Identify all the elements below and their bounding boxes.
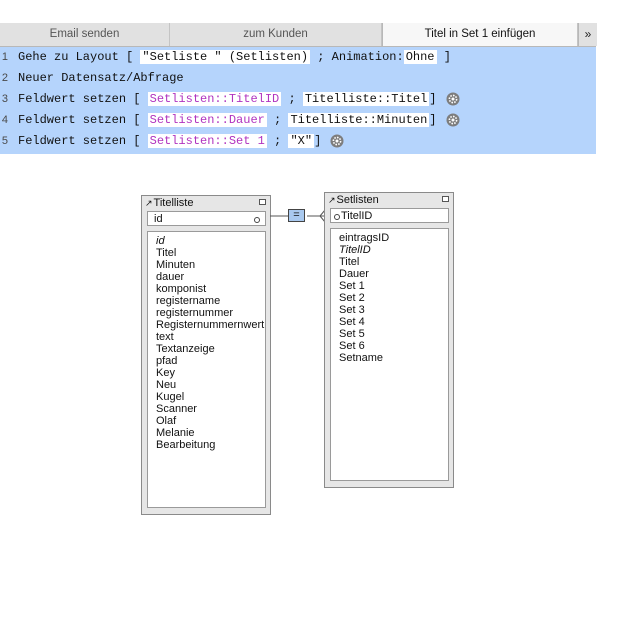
param-separator: ; [317, 50, 325, 64]
field-item[interactable]: Set 3 [331, 304, 448, 316]
param-separator: ; [274, 134, 282, 148]
field-item[interactable]: Textanzeige [148, 343, 265, 355]
param-separator: ; [288, 92, 296, 106]
gear-icon[interactable] [446, 92, 460, 106]
step-end: ] [314, 134, 322, 148]
step-name: Feldwert setzen [ [18, 134, 141, 148]
field-item[interactable]: Key [148, 367, 265, 379]
match-field[interactable]: TitelID [330, 208, 449, 223]
field-item[interactable]: komponist [148, 283, 265, 295]
target-field-param[interactable]: Setlisten::Dauer [147, 113, 267, 127]
field-item[interactable]: pfad [148, 355, 265, 367]
tab-titel-in-set-1[interactable]: Titel in Set 1 einfügen [382, 23, 578, 46]
field-item[interactable]: Set 2 [331, 292, 448, 304]
expand-arrow-icon[interactable]: ↗ [328, 195, 336, 205]
match-field-label: id [154, 213, 163, 225]
step-name: Neuer Datensatz/Abfrage [18, 71, 184, 85]
script-tab-bar: Email senden zum Kunden Titel in Set 1 e… [0, 23, 597, 47]
target-field-param[interactable]: Setlisten::TitelID [147, 92, 282, 106]
field-item[interactable]: Set 5 [331, 328, 448, 340]
tab-zum-kunden[interactable]: zum Kunden [170, 23, 382, 46]
script-step[interactable]: 5 Feldwert setzen [ Setlisten::Set 1 ; "… [0, 131, 596, 152]
gear-icon[interactable] [446, 113, 460, 127]
table-occurrence-titelliste[interactable]: ↗Titelliste id id Titel Minuten dauer kompon… [141, 195, 271, 515]
expand-arrow-icon[interactable]: ↗ [145, 198, 153, 208]
field-item[interactable]: Neu [148, 379, 265, 391]
tab-email-senden[interactable]: Email senden [0, 23, 170, 46]
line-number: 2 [1, 72, 8, 84]
script-step[interactable]: 3 Feldwert setzen [ Setlisten::TitelID ;… [0, 89, 596, 110]
step-name: Feldwert setzen [ [18, 113, 141, 127]
value-param[interactable]: Titelliste::Minuten [288, 113, 430, 127]
table-name: Setlisten [336, 194, 379, 206]
animation-param[interactable]: Ohne [403, 50, 437, 64]
field-item[interactable]: dauer [148, 271, 265, 283]
field-item[interactable]: Titel [331, 256, 448, 268]
key-dot-icon [334, 214, 340, 220]
match-field-label: TitelID [341, 210, 373, 222]
field-list[interactable]: eintragsID TitelID Titel Dauer Set 1 Set 2 Set… [330, 228, 449, 481]
script-editor[interactable]: 1 Gehe zu Layout [ "Setliste " (Setliste… [0, 47, 596, 154]
field-item[interactable]: Melanie [148, 427, 265, 439]
table-occurrence-setlisten[interactable]: ↗Setlisten TitelID eintragsID TitelID Tite… [324, 192, 454, 488]
line-number: 4 [1, 114, 8, 126]
field-item[interactable]: Titel [148, 247, 265, 259]
field-item[interactable]: TitelID [331, 244, 448, 256]
field-item[interactable]: Kugel [148, 391, 265, 403]
step-end: ] [429, 113, 437, 127]
line-number: 5 [1, 135, 8, 147]
gear-icon[interactable] [330, 134, 344, 148]
line-number: 3 [1, 93, 8, 105]
relationship-operator-icon[interactable]: = [288, 209, 305, 222]
table-header[interactable]: ↗Titelliste [142, 196, 270, 210]
step-end: ] [429, 92, 437, 106]
script-step[interactable]: 2 Neuer Datensatz/Abfrage [0, 68, 596, 89]
field-item[interactable]: Olaf [148, 415, 265, 427]
value-param[interactable]: Titelliste::Titel [302, 92, 430, 106]
value-param[interactable]: "X" [288, 134, 315, 148]
table-name: Titelliste [153, 197, 194, 209]
field-item[interactable]: registername [148, 295, 265, 307]
field-item[interactable]: Minuten [148, 259, 265, 271]
target-field-param[interactable]: Setlisten::Set 1 [147, 134, 267, 148]
field-item[interactable]: id [148, 235, 265, 247]
field-item[interactable]: Dauer [331, 268, 448, 280]
script-step[interactable]: 1 Gehe zu Layout [ "Setliste " (Setliste… [0, 47, 596, 68]
table-header[interactable]: ↗Setlisten [325, 193, 453, 207]
key-dot-icon [254, 217, 260, 223]
tab-overflow-icon[interactable]: » [578, 23, 597, 46]
line-number: 1 [1, 51, 8, 63]
collapse-icon[interactable] [259, 199, 266, 205]
collapse-icon[interactable] [442, 196, 449, 202]
param-separator: ; [274, 113, 282, 127]
step-name: Gehe zu Layout [ [18, 50, 134, 64]
layout-param[interactable]: "Setliste " (Setlisten) [140, 50, 311, 64]
field-item[interactable]: Registernummernwert [148, 319, 265, 331]
step-name: Feldwert setzen [ [18, 92, 141, 106]
field-item[interactable]: eintragsID [331, 232, 448, 244]
field-item[interactable]: Set 6 [331, 340, 448, 352]
script-step[interactable]: 4 Feldwert setzen [ Setlisten::Dauer ; T… [0, 110, 596, 131]
field-list[interactable]: id Titel Minuten dauer komponist registername… [147, 231, 266, 508]
field-item[interactable]: registernummer [148, 307, 265, 319]
field-item[interactable]: text [148, 331, 265, 343]
field-item[interactable]: Set 4 [331, 316, 448, 328]
match-field[interactable]: id [147, 211, 266, 226]
field-item[interactable]: Set 1 [331, 280, 448, 292]
field-item[interactable]: Bearbeitung [148, 439, 265, 451]
field-item[interactable]: Setname [331, 352, 448, 364]
step-end: ] [443, 50, 451, 64]
field-item[interactable]: Scanner [148, 403, 265, 415]
animation-label: Animation: [331, 50, 404, 64]
